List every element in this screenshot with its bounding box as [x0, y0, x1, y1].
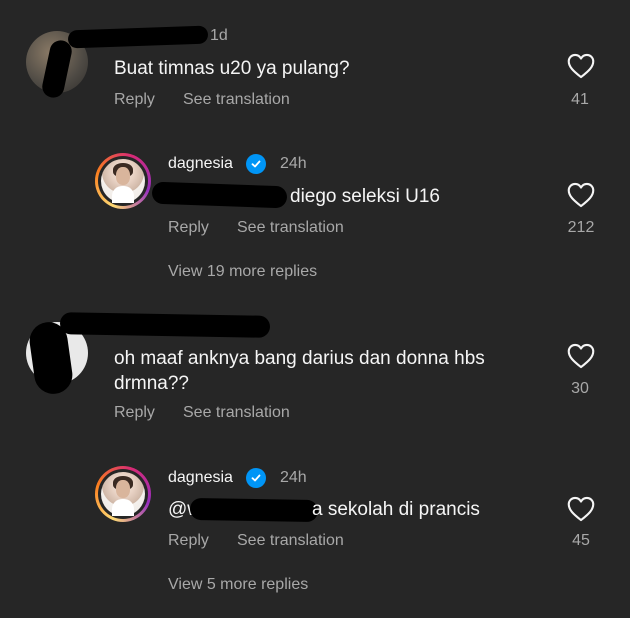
- reply-button[interactable]: Reply: [168, 219, 209, 237]
- reply-timestamp: 24h: [280, 155, 307, 172]
- heart-outline-icon[interactable]: [567, 343, 595, 369]
- redaction-mark: [67, 25, 209, 49]
- avatar[interactable]: [95, 466, 151, 522]
- see-translation-button[interactable]: See translation: [237, 219, 344, 237]
- reply-text: a sekolah di prancis: [312, 499, 480, 520]
- view-more-replies-button[interactable]: View 19 more replies: [168, 263, 317, 281]
- comment-text-line2: drmna??: [114, 373, 189, 394]
- reply-text: diego seleksi U16: [290, 186, 440, 207]
- comment-text: Buat timnas u20 ya pulang?: [114, 58, 350, 79]
- like-count: 45: [572, 532, 590, 549]
- heart-outline-icon[interactable]: [567, 182, 595, 208]
- reply-button[interactable]: Reply: [114, 91, 155, 109]
- see-translation-button[interactable]: See translation: [237, 532, 344, 550]
- view-more-replies-button[interactable]: View 5 more replies: [168, 576, 308, 594]
- redaction-mark: [151, 181, 288, 209]
- username[interactable]: dagnesia: [168, 155, 233, 173]
- comment-text-line1: oh maaf anknya bang darius dan donna hbs: [114, 348, 485, 369]
- verified-badge-icon: [246, 154, 266, 174]
- reply-button[interactable]: Reply: [168, 532, 209, 550]
- verified-badge-icon: [246, 468, 266, 488]
- comment-timestamp: 1d: [210, 27, 228, 44]
- reply-button[interactable]: Reply: [114, 404, 155, 422]
- see-translation-button[interactable]: See translation: [183, 404, 290, 422]
- avatar[interactable]: [95, 153, 151, 209]
- like-count: 41: [571, 91, 589, 108]
- redaction-mark: [189, 497, 319, 523]
- see-translation-button[interactable]: See translation: [183, 91, 290, 109]
- like-count: 30: [571, 380, 589, 397]
- redaction-mark: [59, 312, 271, 338]
- username[interactable]: dagnesia: [168, 469, 233, 487]
- heart-outline-icon[interactable]: [567, 53, 595, 79]
- like-count: 212: [567, 219, 595, 236]
- heart-outline-icon[interactable]: [567, 496, 595, 522]
- reply-timestamp: 24h: [280, 469, 307, 486]
